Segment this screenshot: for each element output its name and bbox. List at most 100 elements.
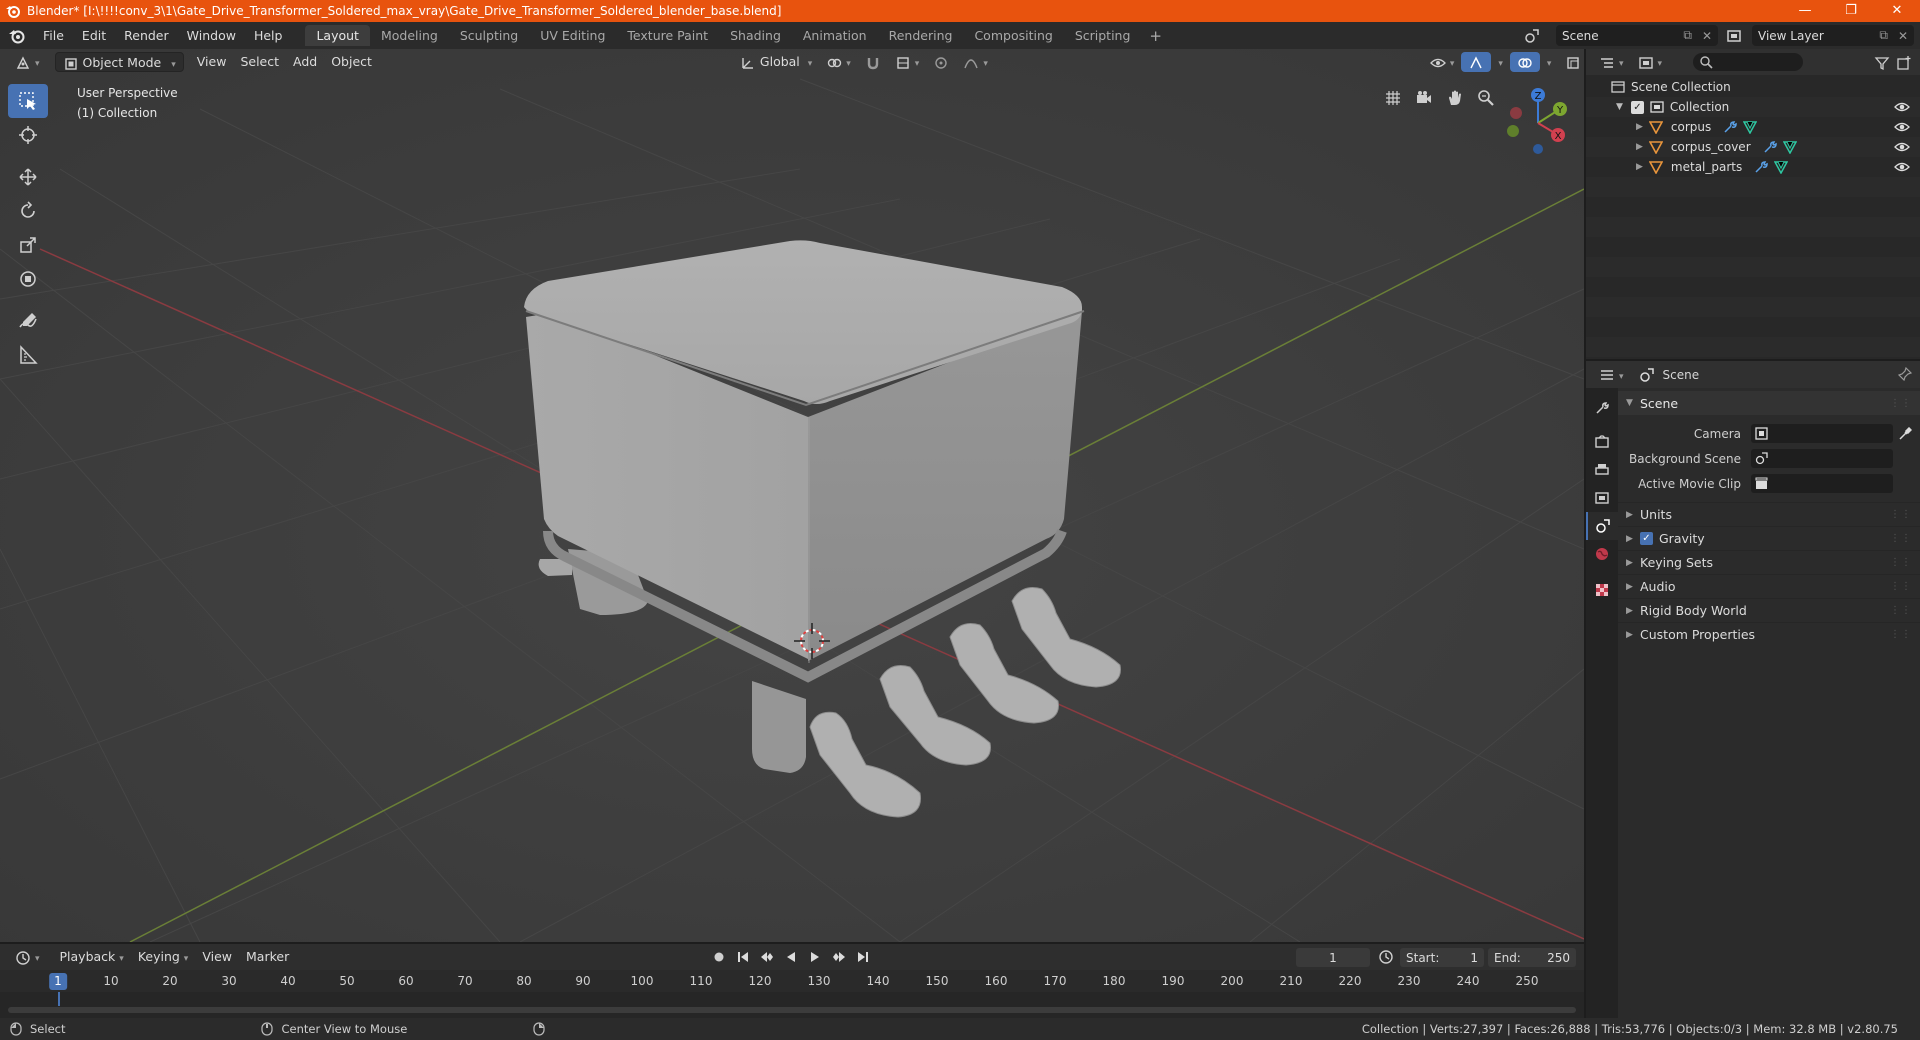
- tab-output[interactable]: [1586, 456, 1618, 484]
- tab-shading[interactable]: Shading: [719, 25, 792, 46]
- zoom-view-button[interactable]: [1473, 85, 1499, 111]
- jump-to-keyframe-forward-button[interactable]: [830, 948, 848, 966]
- tab-rendering[interactable]: Rendering: [878, 25, 964, 46]
- new-collection-icon[interactable]: [1896, 55, 1912, 71]
- viewport-scene[interactable]: [0, 49, 1584, 942]
- menu-help[interactable]: Help: [245, 22, 292, 49]
- xray-toggle[interactable]: [1558, 52, 1584, 72]
- filter-icon[interactable]: [1874, 55, 1890, 71]
- gravity-checkbox[interactable]: ✓: [1640, 532, 1653, 545]
- audio-panel[interactable]: ▶ Audio ⋮⋮: [1618, 574, 1920, 598]
- drag-handle-icon[interactable]: ⋮⋮: [1890, 398, 1912, 409]
- tool-cursor[interactable]: [8, 118, 48, 152]
- eye-icon[interactable]: [1894, 160, 1910, 174]
- tab-texture-paint[interactable]: Texture Paint: [616, 25, 719, 46]
- maximize-button[interactable]: ❐: [1828, 0, 1874, 22]
- jump-to-start-button[interactable]: [734, 948, 752, 966]
- play-reverse-button[interactable]: [782, 948, 800, 966]
- drag-handle-icon[interactable]: ⋮⋮: [1890, 557, 1912, 568]
- outliner-scene-collection[interactable]: Scene Collection: [1586, 77, 1920, 97]
- jump-to-keyframe-back-button[interactable]: [758, 948, 776, 966]
- timeline-menu-playback[interactable]: Playback ▾: [53, 947, 131, 967]
- tool-move[interactable]: [8, 160, 48, 194]
- collection-checkbox[interactable]: ✓: [1630, 100, 1644, 114]
- overlays-dropdown[interactable]: ▾: [1540, 52, 1559, 72]
- scene-panel-header[interactable]: ▼ Scene ⋮⋮: [1618, 391, 1920, 415]
- viewport-menu-select[interactable]: Select: [233, 52, 286, 72]
- eye-icon[interactable]: [1894, 140, 1910, 154]
- snap-toggle[interactable]: [858, 52, 888, 72]
- active-movie-clip-field[interactable]: [1751, 474, 1893, 493]
- units-panel[interactable]: ▶ Units ⋮⋮: [1618, 502, 1920, 526]
- tab-uv-editing[interactable]: UV Editing: [529, 25, 616, 46]
- keying-sets-panel[interactable]: ▶ Keying Sets ⋮⋮: [1618, 550, 1920, 574]
- tool-rotate[interactable]: [8, 194, 48, 228]
- view-layer-icon[interactable]: [1726, 28, 1742, 44]
- pivot-point-button[interactable]: ▾: [819, 52, 858, 72]
- tab-world[interactable]: [1586, 540, 1618, 568]
- menu-edit[interactable]: Edit: [73, 22, 115, 49]
- gravity-panel[interactable]: ▶ ✓ Gravity ⋮⋮: [1618, 526, 1920, 550]
- toggle-orthographic-button[interactable]: [1380, 85, 1406, 111]
- tab-modeling[interactable]: Modeling: [370, 25, 449, 46]
- blender-menu-icon[interactable]: [8, 27, 26, 45]
- viewport-menu-add[interactable]: Add: [286, 52, 324, 72]
- outliner-object-metal-parts[interactable]: ▶ metal_parts: [1586, 157, 1920, 177]
- record-button[interactable]: [710, 948, 728, 966]
- collection-expand-icon[interactable]: ▼: [1616, 102, 1623, 112]
- gizmo-neg-y-axis[interactable]: [1507, 125, 1519, 137]
- corpus-cover-expand-icon[interactable]: ▶: [1636, 142, 1643, 152]
- editor-type-button[interactable]: ▾: [8, 52, 47, 72]
- background-scene-field[interactable]: [1751, 449, 1893, 468]
- 3d-viewport[interactable]: ▾ Object Mode ▾ View Select Add Object G…: [0, 49, 1584, 942]
- delete-scene-icon[interactable]: ✕: [1702, 29, 1712, 43]
- tab-tool[interactable]: [1586, 394, 1618, 422]
- add-workspace-button[interactable]: +: [1141, 27, 1170, 45]
- menu-render[interactable]: Render: [115, 22, 178, 49]
- mode-selector[interactable]: Object Mode ▾: [54, 52, 184, 72]
- corpus-expand-icon[interactable]: ▶: [1636, 122, 1643, 132]
- minimize-button[interactable]: —: [1782, 0, 1828, 22]
- metal-parts-expand-icon[interactable]: ▶: [1636, 162, 1643, 172]
- scene-icon[interactable]: [1524, 28, 1540, 44]
- play-button[interactable]: [806, 948, 824, 966]
- copy-view-layer-icon[interactable]: ⧉: [1879, 28, 1888, 43]
- menu-file[interactable]: File: [34, 22, 73, 49]
- menu-window[interactable]: Window: [178, 22, 245, 49]
- current-frame-indicator[interactable]: 1: [49, 973, 67, 990]
- pin-icon[interactable]: [1898, 367, 1912, 381]
- tool-scale[interactable]: [8, 228, 48, 262]
- drag-handle-icon[interactable]: ⋮⋮: [1890, 629, 1912, 640]
- tab-render[interactable]: [1586, 428, 1618, 456]
- tab-view-layer[interactable]: [1586, 484, 1618, 512]
- timeline-ruler[interactable]: 1 10 20 30 40 50 60 70 80 90 100 110 120…: [0, 970, 1584, 992]
- preview-range-icon[interactable]: [1378, 949, 1394, 965]
- tool-select-box[interactable]: [8, 84, 48, 118]
- timeline-scrollbar[interactable]: [8, 1007, 1576, 1013]
- pan-view-button[interactable]: [1442, 85, 1468, 111]
- start-frame-field[interactable]: Start: 1: [1400, 948, 1484, 967]
- drag-handle-icon[interactable]: ⋮⋮: [1890, 581, 1912, 592]
- overlays-toggle[interactable]: [1509, 52, 1540, 72]
- camera-field[interactable]: [1751, 424, 1912, 443]
- drag-handle-icon[interactable]: ⋮⋮: [1890, 605, 1912, 616]
- current-frame-field[interactable]: 1: [1296, 948, 1370, 967]
- tool-measure[interactable]: [8, 338, 48, 372]
- tab-animation[interactable]: Animation: [792, 25, 878, 46]
- tab-texture[interactable]: [1586, 576, 1618, 604]
- proportional-edit-toggle[interactable]: [926, 52, 956, 72]
- gizmo-neg-x-axis[interactable]: [1510, 107, 1522, 119]
- delete-view-layer-icon[interactable]: ✕: [1898, 29, 1908, 43]
- custom-properties-panel[interactable]: ▶ Custom Properties ⋮⋮: [1618, 622, 1920, 646]
- snap-target-button[interactable]: ▾: [888, 52, 927, 72]
- tab-layout[interactable]: Layout: [305, 25, 370, 46]
- timeline-track-area[interactable]: [0, 992, 1584, 1018]
- eyedropper-icon[interactable]: [1898, 426, 1912, 441]
- tab-compositing[interactable]: Compositing: [963, 25, 1063, 46]
- outliner-editor-type-button[interactable]: ▾: [1592, 52, 1631, 72]
- outliner-search-input[interactable]: [1693, 53, 1804, 71]
- gizmo-neg-z-axis[interactable]: [1533, 144, 1543, 154]
- display-mode-button[interactable]: ▾: [1631, 52, 1670, 72]
- close-button[interactable]: ✕: [1874, 0, 1920, 22]
- jump-to-end-button[interactable]: [854, 948, 872, 966]
